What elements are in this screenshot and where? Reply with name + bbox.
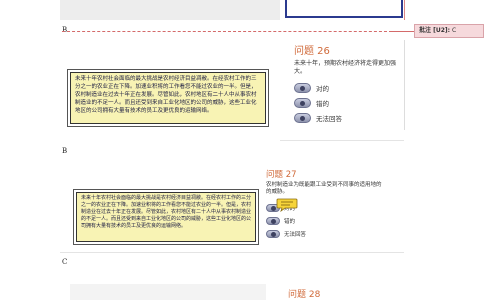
section-marker-b: B xyxy=(62,147,68,155)
option-label: 无法回答 xyxy=(316,115,342,123)
separator xyxy=(280,140,404,141)
radio-button[interactable] xyxy=(266,217,280,225)
option-label: 错的 xyxy=(316,100,329,108)
question-text: 农村制造业为既能跟工业受到不同事的适用地的的威胁。 xyxy=(266,182,382,195)
previous-page-block xyxy=(60,0,280,20)
section-marker-b: B xyxy=(62,26,68,34)
option-true[interactable]: 对的 xyxy=(294,83,404,93)
comment-bubble-icon[interactable] xyxy=(276,198,298,212)
question-text: 未来十年，预期农村经济将走得更加强大。 xyxy=(294,60,397,75)
comment-connector xyxy=(392,31,414,32)
option-label: 对的 xyxy=(316,85,329,93)
comment-label: 批注 [U2]: xyxy=(419,27,451,34)
option-label: 无法回答 xyxy=(284,232,307,238)
question-title: 问题 28 xyxy=(288,290,321,300)
radio-button[interactable] xyxy=(266,230,280,238)
question-panel-26: 问题 26 未来十年，预期农村经济将走得更加强大。 对的 错的 无法回答 xyxy=(294,46,404,123)
previous-question-panel xyxy=(285,0,403,18)
option-false[interactable]: 错的 xyxy=(294,98,404,108)
comment-balloon[interactable]: 批注 [U2]: C xyxy=(414,24,484,38)
question-title: 问题 26 xyxy=(294,46,330,57)
option-cannot-say[interactable]: 无法回答 xyxy=(266,230,386,238)
next-page-block xyxy=(70,284,266,300)
reading-passage: 未来十年农村社会面临的最大挑战是农村经济目益凋敝。在经农村工作的三分之一的农业正… xyxy=(73,189,259,245)
margin-rule xyxy=(404,0,405,20)
option-label: 错的 xyxy=(284,219,296,225)
option-cannot-say[interactable]: 无法回答 xyxy=(294,113,404,123)
radio-button[interactable] xyxy=(294,83,311,93)
radio-button[interactable] xyxy=(294,113,311,123)
comment-value: C xyxy=(451,27,457,34)
radio-button[interactable] xyxy=(294,98,311,108)
section-marker-c: C xyxy=(62,258,68,266)
reading-passage: 未来十年农村社会面临的最大挑战是农村经济目益凋敝。在经农村工作的三分之一的农业正… xyxy=(67,69,269,127)
question-title: 问题 27 xyxy=(266,170,297,180)
margin-rule-2 xyxy=(404,40,405,130)
comment-anchor-line xyxy=(62,31,392,32)
option-false[interactable]: 错的 xyxy=(266,217,386,225)
separator xyxy=(60,252,404,253)
